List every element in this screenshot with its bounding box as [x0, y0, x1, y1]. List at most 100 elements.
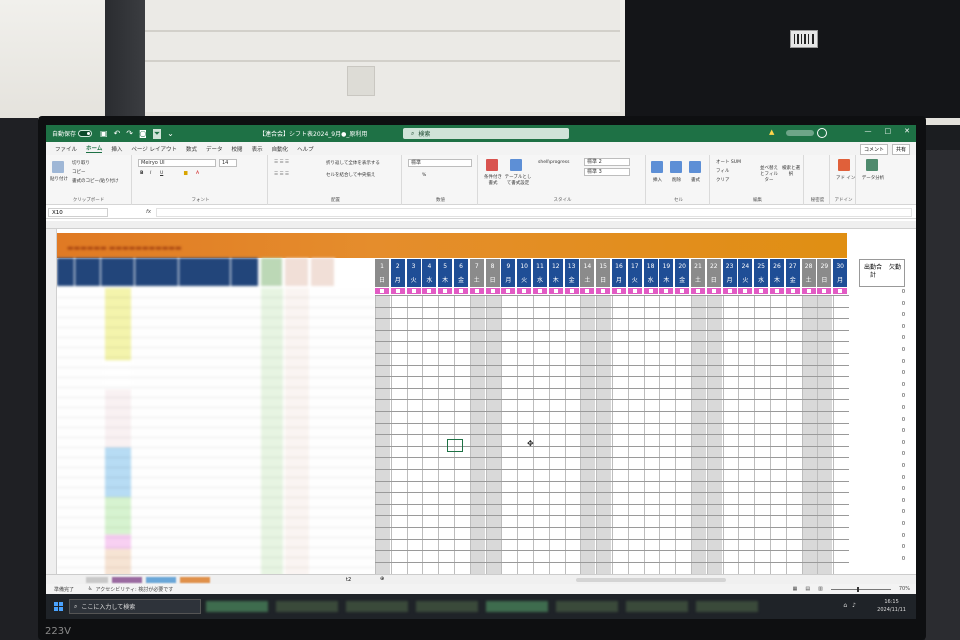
filter-dropdown-icon[interactable] [438, 288, 454, 294]
sort-filter-button[interactable]: 並べ替えとフィルター [758, 165, 780, 183]
font-name-select[interactable]: Meiryo UI [138, 159, 216, 167]
filter-dropdown-icon[interactable] [801, 288, 817, 294]
filter-dropdown-icon[interactable] [422, 288, 438, 294]
absence-count-cell[interactable]: 0 [885, 463, 905, 469]
camera-icon[interactable]: ◙ [139, 129, 147, 139]
font-color-icon[interactable]: A [196, 171, 199, 176]
sheet-tab-1[interactable] [86, 577, 108, 583]
filter-dropdown-icon[interactable] [785, 288, 801, 294]
fill-button[interactable]: フィル [716, 168, 729, 174]
column-headers[interactable] [46, 221, 916, 229]
row-headers[interactable] [46, 229, 57, 574]
worksheet[interactable]: ▬▬▬▬▬▬ ▬▬▬▬▬▬▬▬▬▬▬ 1 日 2 月 3 火 4 水 5 木 6 金 7 土 8 日 9 月 10 火… [57, 229, 907, 574]
sheet-tab-3[interactable] [146, 577, 176, 583]
filter-dropdown-icon[interactable] [675, 288, 691, 294]
formula-input[interactable] [156, 207, 912, 217]
filter-dropdown-icon[interactable] [754, 288, 770, 294]
comment-button[interactable]: コメント [859, 144, 888, 155]
filter-dropdown-icon[interactable] [643, 288, 659, 294]
volume-icon[interactable]: ♪ [852, 602, 856, 609]
delete-cells-icon[interactable] [670, 161, 682, 173]
absence-count-cell[interactable]: 0 [885, 324, 905, 330]
tab-view[interactable]: 表示 [252, 145, 263, 153]
format-painter-button[interactable]: 書式のコピー/貼り付け [72, 178, 119, 184]
taskbar-clock[interactable]: 16:15 2024/11/11 [877, 598, 906, 614]
zoom-level[interactable]: 70% [899, 586, 910, 592]
conditional-format-icon[interactable] [486, 159, 498, 171]
filter-dropdown-icon[interactable] [454, 288, 469, 294]
filter-icon[interactable]: ⏷ [152, 128, 162, 139]
page-layout-view-icon[interactable]: ▤ [805, 586, 810, 592]
taskbar-apps-blurred[interactable] [206, 597, 796, 616]
style-normal-2[interactable]: 標準 2 [584, 158, 630, 166]
absence-count-cell[interactable]: 0 [885, 382, 905, 388]
filter-dropdown-icon[interactable] [817, 288, 833, 294]
sheet-tab-2[interactable] [112, 577, 142, 583]
taskbar-search-box[interactable]: ⌕ ここに入力して検索 [69, 599, 201, 614]
filter-dropdown-icon[interactable] [706, 288, 722, 294]
title-search-box[interactable]: ⌕ 検索 [403, 128, 569, 139]
absence-count-cell[interactable]: 0 [885, 440, 905, 446]
filter-dropdown-icon[interactable] [659, 288, 675, 294]
underline-button[interactable]: U [160, 171, 163, 176]
absence-count-cell[interactable]: 0 [885, 370, 905, 376]
insert-button[interactable]: 挿入 [653, 177, 662, 183]
analyze-data-button[interactable]: データ分析 [860, 175, 886, 181]
absence-count-cell[interactable]: 0 [885, 359, 905, 365]
filter-dropdown-icon[interactable] [548, 288, 564, 294]
absence-count-cell[interactable]: 0 [885, 417, 905, 423]
filter-dropdown-icon[interactable] [375, 288, 390, 294]
filter-dropdown-icon[interactable] [580, 288, 596, 294]
normal-view-icon[interactable]: ▦ [793, 586, 798, 592]
tab-file[interactable]: ファイル [55, 145, 77, 153]
format-button[interactable]: 書式 [691, 177, 700, 183]
absence-count-cell[interactable]: 0 [885, 509, 905, 515]
percent-button[interactable]: % [422, 173, 426, 178]
bold-button[interactable]: B [140, 171, 143, 176]
merge-center-button[interactable]: セルを結合して中央揃え [326, 172, 375, 178]
filter-dropdown-icon[interactable] [612, 288, 627, 294]
tab-automate[interactable]: 自動化 [272, 145, 289, 153]
absence-count-cell[interactable]: 0 [885, 451, 905, 457]
cut-button[interactable]: 切り取り [72, 160, 90, 166]
absence-count-cell[interactable]: 0 [885, 475, 905, 481]
format-cells-icon[interactable] [689, 161, 701, 173]
format-as-table-icon[interactable] [510, 159, 522, 171]
qat-more-icon[interactable]: ⌄ [167, 129, 174, 139]
absence-count-cell[interactable]: 0 [885, 335, 905, 341]
selected-cell[interactable] [447, 439, 463, 452]
font-size-select[interactable]: 14 [219, 159, 237, 167]
warning-icon[interactable]: ▲ [769, 128, 774, 136]
name-box[interactable]: X10 [48, 207, 108, 217]
horizontal-scrollbar[interactable] [576, 578, 726, 582]
absence-count-cell[interactable]: 0 [885, 533, 905, 539]
absence-count-cell[interactable]: 0 [885, 428, 905, 434]
maximize-button[interactable]: □ [885, 127, 892, 135]
fill-color-icon[interactable]: ▆ [184, 171, 187, 176]
redo-icon[interactable]: ↷ [126, 129, 133, 139]
filter-dropdown-icon[interactable] [469, 288, 485, 294]
paste-button[interactable]: 貼り付け [50, 176, 68, 182]
absence-count-cell[interactable]: 0 [885, 556, 905, 562]
absence-count-cell[interactable]: 0 [885, 312, 905, 318]
absence-count-cell[interactable]: 0 [885, 544, 905, 550]
filter-dropdown-icon[interactable] [691, 288, 706, 294]
function-icon[interactable]: fx [146, 209, 151, 215]
filter-dropdown-icon[interactable] [738, 288, 754, 294]
filter-dropdown-icon[interactable] [627, 288, 643, 294]
absence-count-cell[interactable]: 0 [885, 521, 905, 527]
sheet-tab-4[interactable] [180, 577, 210, 583]
absence-count-cell[interactable]: 0 [885, 301, 905, 307]
addins-button[interactable]: アド イン [836, 175, 855, 181]
filter-dropdown-icon[interactable] [564, 288, 580, 294]
paste-icon[interactable] [52, 161, 64, 173]
undo-icon[interactable]: ↶ [114, 129, 121, 139]
share-button[interactable]: 共有 [891, 144, 910, 155]
tab-insert[interactable]: 挿入 [111, 145, 122, 153]
tab-review[interactable]: 校閲 [232, 145, 243, 153]
filter-dropdown-icon[interactable] [406, 288, 422, 294]
sheet-tab-current[interactable]: t2 [346, 577, 351, 583]
align-left-icon[interactable]: ☰ ☰ ☰ [274, 172, 289, 177]
filter-dropdown-icon[interactable] [722, 288, 738, 294]
conditional-format-button[interactable]: 条件付き書式 [482, 174, 504, 186]
